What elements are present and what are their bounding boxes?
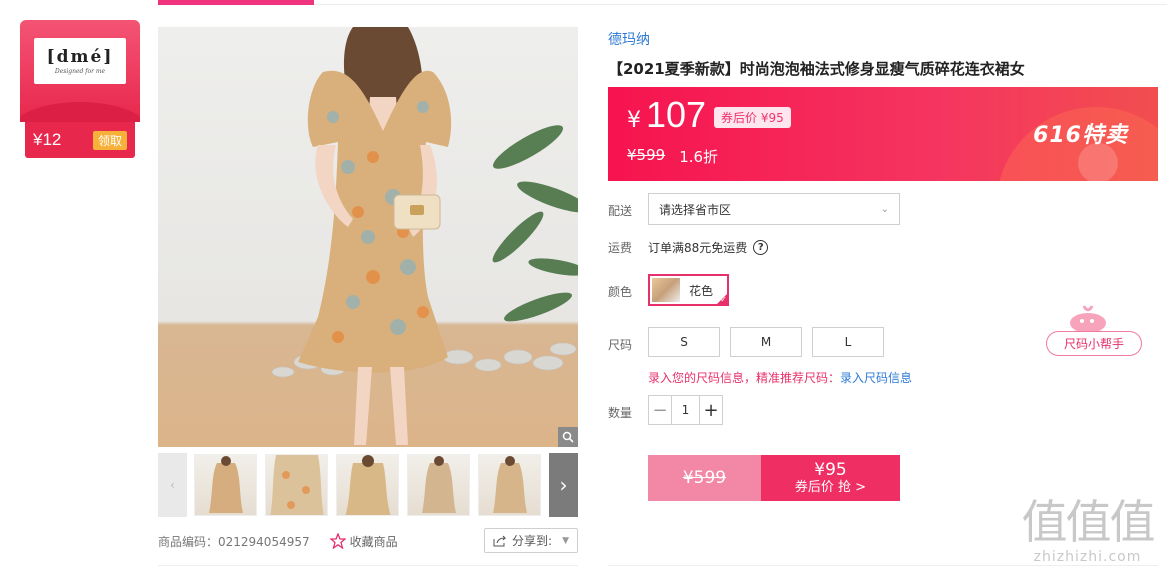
watermark-domain: zhizhizhi.com xyxy=(1033,549,1142,565)
buy-button-group: ¥599 ¥95 券后价 抢 > xyxy=(648,455,900,501)
top-divider xyxy=(314,4,1167,5)
divider xyxy=(158,565,578,566)
size-note-text: 录入您的尺码信息，精准推荐尺码： xyxy=(648,371,841,385)
color-label: 颜色 xyxy=(608,285,633,299)
store-coupon-card[interactable]: [dmé] Designed for me ¥12 领取 xyxy=(20,20,140,158)
shipping-fee-info: 订单满88元免运费 ? xyxy=(648,239,769,256)
coupon-action-label: 券后价 抢 > xyxy=(794,480,867,496)
quantity-stepper[interactable]: − 1 + xyxy=(648,395,723,425)
coupon-price: ¥95 xyxy=(814,460,847,480)
size-option-l[interactable]: L xyxy=(812,327,884,357)
current-price: ¥ 107 xyxy=(627,94,706,136)
discount-rate: 1.6折 xyxy=(679,148,719,166)
thumbnail-next-button[interactable]: › xyxy=(549,453,578,517)
dress-model-illustration xyxy=(271,27,578,445)
increment-button[interactable]: + xyxy=(700,396,722,424)
share-label: 分享到: xyxy=(512,534,553,548)
brand-logo: [dmé] Designed for me xyxy=(34,38,126,84)
price-banner: ¥ 107 券后价 ¥95 ¥599 1.6折 616特卖 xyxy=(608,87,1158,181)
thumbnail-prev-button[interactable]: ‹ xyxy=(158,453,187,517)
original-price: ¥599 xyxy=(627,146,666,164)
decrement-button[interactable]: − xyxy=(649,396,671,424)
caret-down-icon: ▼ xyxy=(562,535,569,546)
color-swatch-image xyxy=(652,278,680,302)
quantity-label: 数量 xyxy=(608,406,633,420)
main-product-image[interactable] xyxy=(158,27,578,447)
price-value: 107 xyxy=(646,94,707,135)
size-recommend-note: 录入您的尺码信息，精准推荐尺码：录入尺码信息 xyxy=(648,369,912,386)
thumbnail-2[interactable] xyxy=(265,454,328,516)
check-icon: ✓ xyxy=(720,295,727,304)
mascot-icon xyxy=(1070,305,1106,333)
size-helper-label: 尺码小帮手 xyxy=(1046,331,1142,356)
coupon-footer: ¥12 领取 xyxy=(25,122,135,158)
favorite-label: 收藏商品 xyxy=(349,534,398,549)
shipping-label: 配送 xyxy=(608,204,633,218)
product-meta-row: 商品编码：021294054957 收藏商品 分享到: ▼ xyxy=(158,528,578,554)
currency-symbol: ¥ xyxy=(627,108,641,133)
quantity-value[interactable]: 1 xyxy=(671,396,700,424)
shipping-fee-label: 运费 xyxy=(608,241,633,255)
region-select[interactable]: 请选择省市区 ⌄ xyxy=(648,193,900,225)
size-option-m[interactable]: M xyxy=(730,327,802,357)
thumbnail-5[interactable] xyxy=(478,454,541,516)
thumbnail-1[interactable] xyxy=(194,454,257,516)
color-option-selected[interactable]: 花色 ✓ xyxy=(648,274,729,306)
star-icon xyxy=(329,533,346,549)
color-option-label: 花色 xyxy=(689,283,714,298)
after-coupon-badge: 券后价 ¥95 xyxy=(714,107,791,128)
brand-link[interactable]: 德玛纳 xyxy=(608,29,650,49)
region-select-placeholder: 请选择省市区 xyxy=(659,202,732,217)
site-watermark: 值值值 zhizhizhi.com xyxy=(1015,495,1160,573)
chevron-left-icon: ‹ xyxy=(170,478,175,492)
product-title: 【2021夏季新款】时尚泡泡袖法式修身显瘦气质碎花连衣裙女 xyxy=(608,60,1025,78)
logo-tagline: Designed for me xyxy=(54,68,106,75)
share-dropdown[interactable]: 分享到: ▼ xyxy=(484,528,578,553)
thumbnail-4[interactable] xyxy=(407,454,470,516)
claim-coupon-button[interactable]: 领取 xyxy=(92,130,127,150)
watermark-logo: 值值值 xyxy=(1021,495,1156,549)
help-icon[interactable]: ? xyxy=(753,240,769,255)
promo-event-logo: 616特卖 xyxy=(1033,123,1128,148)
favorite-button[interactable]: 收藏商品 xyxy=(329,533,398,550)
chevron-down-icon: ⌄ xyxy=(880,203,889,215)
chevron-right-icon: › xyxy=(559,473,568,497)
buy-original-price-button[interactable]: ¥599 xyxy=(648,455,761,501)
logo-mark: [dmé] xyxy=(46,47,114,67)
product-sku: 商品编码：021294054957 xyxy=(158,534,310,549)
coupon-header: [dmé] Designed for me xyxy=(20,20,140,122)
buy-with-coupon-button[interactable]: ¥95 券后价 抢 > xyxy=(761,455,900,501)
size-helper-widget[interactable]: 尺码小帮手 xyxy=(1046,303,1144,358)
share-icon xyxy=(493,535,507,546)
magnifier-icon[interactable] xyxy=(558,427,578,447)
original-price-row: ¥599 1.6折 xyxy=(627,146,718,167)
enter-size-link[interactable]: 录入尺码信息 xyxy=(840,371,912,385)
thumbnail-3[interactable] xyxy=(336,454,399,516)
active-tab-indicator xyxy=(158,0,314,5)
shipping-fee-text: 订单满88元免运费 xyxy=(648,241,748,255)
size-option-s[interactable]: S xyxy=(648,327,720,357)
coupon-amount: ¥12 xyxy=(33,130,62,149)
size-label: 尺码 xyxy=(608,338,633,352)
